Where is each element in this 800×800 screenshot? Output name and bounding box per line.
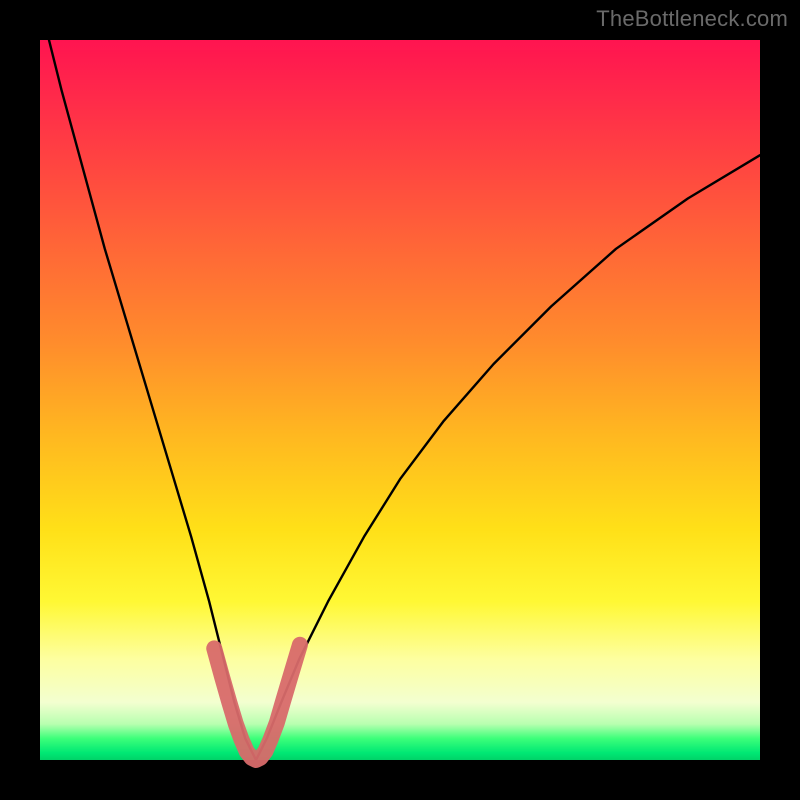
- plot-area: [40, 40, 760, 760]
- highlight-band-path: [214, 645, 300, 760]
- highlight-band: [214, 645, 300, 760]
- chart-frame: TheBottleneck.com: [0, 0, 800, 800]
- bottleneck-curve: [40, 4, 760, 760]
- curve-layer: [40, 40, 760, 760]
- bottleneck-curve-path: [40, 4, 760, 760]
- watermark-text: TheBottleneck.com: [596, 6, 788, 32]
